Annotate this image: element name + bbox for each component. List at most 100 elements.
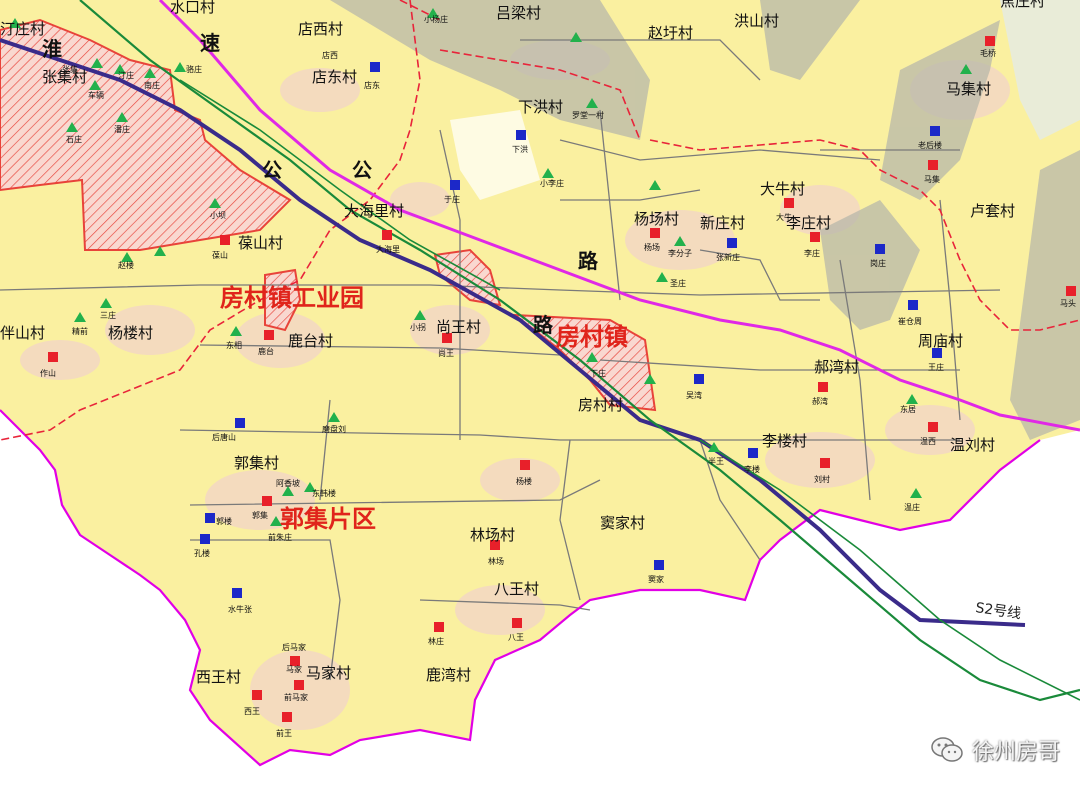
site-label: 小坝: [210, 211, 226, 220]
site-label: 店西: [322, 50, 338, 60]
site-label: 前王: [276, 728, 292, 738]
site-label: 鹿台: [258, 346, 274, 356]
site-label: 八王: [508, 633, 524, 642]
site-label: 温庄: [904, 502, 920, 512]
site-label: 林庄: [428, 636, 444, 646]
site-label: 马头: [1060, 298, 1076, 308]
village-label: 下洪村: [518, 98, 563, 116]
site-label: 于庄: [444, 194, 460, 204]
village-label: 杨楼村: [108, 324, 153, 342]
road-label-gong-1: 公: [262, 158, 282, 182]
road-label-lu-2: 路: [533, 313, 554, 337]
site-label: 骆庄: [186, 64, 202, 74]
village-label: 吕梁村: [496, 4, 541, 22]
zone-label-guoji-area: 郭集片区: [280, 505, 376, 533]
watermark: 徐州房哥: [930, 734, 1060, 766]
wechat-icon: [931, 737, 963, 762]
site-label: 潘庄: [114, 124, 130, 134]
site-label: 小拐: [410, 322, 426, 332]
village-label: 八王村: [494, 580, 539, 598]
site-label: 吴湾: [686, 390, 702, 400]
road-label-su: 速: [200, 31, 220, 55]
site-label: 西王: [244, 707, 260, 716]
site-label: 李庄: [804, 248, 820, 258]
village-label: 伴山村: [0, 324, 45, 342]
site-label: 杨场: [644, 242, 660, 252]
site-label: 老后楼: [918, 140, 942, 150]
site-label: 王庄: [928, 362, 944, 372]
village-label: 鹿湾村: [426, 666, 471, 684]
village-label: 水口村: [170, 0, 215, 16]
site-label: 磨盘刘: [322, 424, 346, 434]
site-label: 张集: [62, 64, 78, 74]
village-label: 葆山村: [238, 234, 283, 252]
village-label: 尚王村: [436, 318, 481, 336]
site-label: 大牛: [776, 212, 792, 222]
zone-label-industrial-park: 房村镇工业园: [220, 284, 364, 312]
site-label: 赵楼: [118, 260, 134, 270]
site-label: 后唐山: [212, 432, 236, 442]
site-label: 东相: [226, 340, 242, 350]
site-label: 毛桥: [980, 48, 996, 58]
site-label: 岗庄: [870, 258, 886, 268]
village-label: 温刘村: [950, 436, 995, 454]
village-label: 洪山村: [734, 12, 779, 30]
site-label: 南庄: [144, 80, 160, 90]
village-label: 鹿台村: [288, 332, 333, 350]
village-label: 林场村: [470, 526, 515, 544]
site-label: 精前: [72, 326, 88, 336]
village-label: 汀庄村: [0, 20, 45, 38]
site-label: 小李庄: [540, 178, 564, 188]
village-label: 马家村: [306, 664, 351, 682]
site-label: 孔楼: [194, 548, 210, 558]
site-label: 大海里: [376, 244, 400, 254]
road-label-lu-1: 路: [578, 249, 599, 273]
site-label: 张新庄: [716, 252, 740, 262]
village-label: 李楼村: [762, 432, 807, 450]
site-label: 郭楼: [216, 516, 232, 526]
village-label: 店西村: [298, 20, 343, 38]
site-label: 刘村: [814, 474, 830, 484]
road-label-s2: S2号线: [974, 600, 1022, 622]
site-label: 林场: [488, 556, 504, 566]
site-label: 水牛张: [228, 604, 252, 614]
site-label: 尚王: [438, 348, 454, 358]
village-label: 李庄村: [786, 214, 831, 232]
zone-label-town: 房村镇: [556, 323, 628, 351]
village-label: 郭集村: [234, 454, 279, 472]
village-label: 杨场村: [634, 210, 679, 228]
site-label: 郭集: [252, 510, 268, 520]
site-label: 马集: [924, 174, 940, 184]
site-label: 李分子: [668, 248, 692, 258]
village-label: 大牛村: [760, 180, 805, 198]
site-label: 葆山: [212, 250, 228, 260]
village-label: 卢套村: [970, 202, 1015, 220]
village-label: 赵圩村: [648, 24, 693, 42]
village-label: 新庄村: [700, 214, 745, 232]
site-label: 下庄: [590, 368, 606, 378]
site-label: 三庄: [100, 310, 116, 320]
site-label: 店东: [364, 80, 380, 90]
road-label-huai: 淮: [42, 37, 62, 61]
village-label: 焦庄村: [1000, 0, 1045, 10]
village-label: 马集村: [946, 80, 991, 98]
village-label: 房村村: [578, 396, 623, 414]
village-label: 大海里村: [344, 202, 404, 220]
village-label: 店东村: [312, 68, 357, 86]
site-label: 作山: [40, 368, 56, 378]
site-label: 窦家: [648, 574, 664, 584]
site-label: 罗堂一村: [572, 110, 604, 120]
site-label: 汀庄: [118, 70, 134, 80]
site-label: 东韩楼: [312, 488, 336, 498]
site-label: 圣庄: [670, 278, 686, 288]
village-label: 郝湾村: [814, 358, 859, 376]
village-label: 周庙村: [918, 332, 963, 350]
village-label: 西王村: [196, 668, 241, 686]
site-label: 东居: [900, 404, 916, 414]
site-label: 半王: [708, 456, 724, 466]
site-label: 李楼: [744, 464, 760, 474]
site-label: 石庄: [66, 134, 82, 144]
site-label: 杨楼: [516, 476, 532, 486]
site-label: 前马家: [284, 692, 308, 702]
site-label: 郝湾: [812, 396, 828, 406]
